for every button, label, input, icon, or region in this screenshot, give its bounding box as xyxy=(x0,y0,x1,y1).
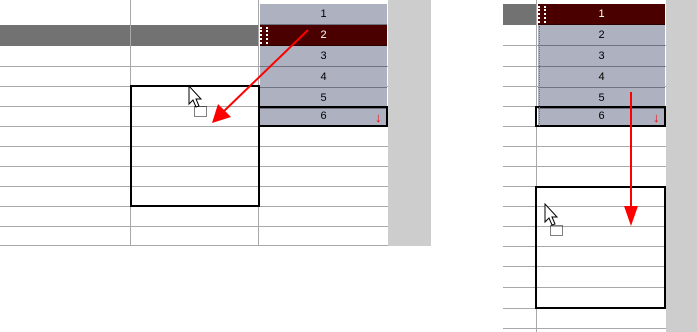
drag-copy-icon xyxy=(194,106,207,117)
drag-direction-arrow xyxy=(624,92,638,226)
overlay xyxy=(188,29,638,236)
drag-copy-icon xyxy=(550,225,563,236)
drag-direction-arrow xyxy=(212,29,309,123)
cursor-arrow-icon xyxy=(544,202,559,226)
cursor-arrow-icon xyxy=(188,84,203,108)
